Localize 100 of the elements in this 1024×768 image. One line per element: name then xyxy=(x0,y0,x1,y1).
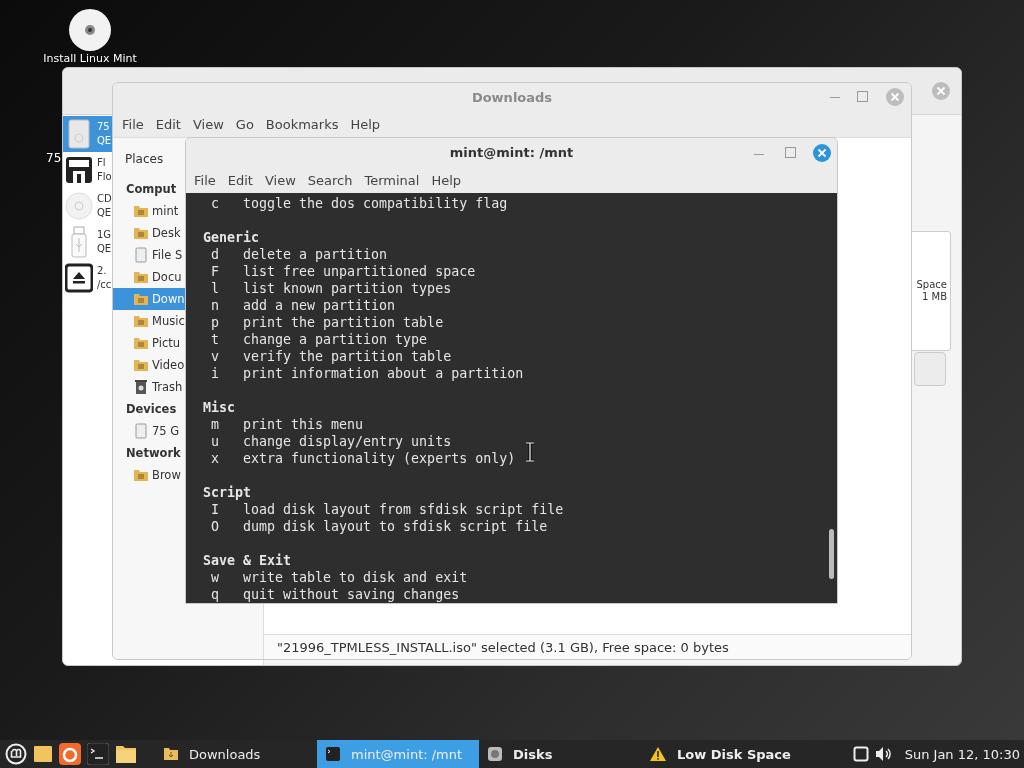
folder-icon xyxy=(133,225,149,241)
folder-icon xyxy=(133,269,149,285)
window-button[interactable]: Low Disk Space xyxy=(641,740,803,768)
folder-icon xyxy=(133,313,149,329)
menu-item[interactable]: Go xyxy=(230,114,259,134)
clock[interactable]: Sun Jan 12, 10:30 xyxy=(898,746,1020,762)
close-button[interactable] xyxy=(885,87,905,107)
terminal-line: n add a new partition xyxy=(210,297,396,314)
menu-item[interactable]: File xyxy=(189,170,221,190)
trash-icon xyxy=(133,379,149,395)
folder-icon xyxy=(133,335,149,351)
terminal-line: I load disk layout from sfdisk script file xyxy=(210,501,564,518)
menu-item[interactable]: Search xyxy=(302,170,358,190)
menu-item[interactable]: Help xyxy=(426,170,467,190)
device-name: CD xyxy=(97,192,112,206)
folder-icon xyxy=(163,746,179,762)
menu-item[interactable]: Terminal xyxy=(359,170,425,190)
device-detail: QE xyxy=(97,134,112,148)
status-bar: "21996_TPMLESS_INSTALL.iso" selected (3.1 GB), Free space: 0 bytes xyxy=(264,634,911,659)
device-item[interactable]: 1G QE xyxy=(63,224,112,260)
folder-icon xyxy=(133,357,149,373)
device-name: 75 xyxy=(97,120,110,134)
device-name: 1G xyxy=(97,228,112,242)
terminal-line: c toggle the dos compatibility flag xyxy=(210,195,508,212)
drive-icon xyxy=(65,118,93,150)
terminal-line: m print this menu xyxy=(210,416,364,433)
window-button[interactable]: Disks xyxy=(479,740,641,768)
places-label[interactable]: Places xyxy=(125,152,164,166)
terminal-line: w write table to disk and exit xyxy=(210,569,468,586)
terminal-line: Script xyxy=(203,484,252,501)
volume-label: Space xyxy=(916,279,947,291)
desktop-icon-label[interactable]: 75 xyxy=(46,151,62,165)
sidebar-item[interactable]: 75 G xyxy=(113,420,185,442)
terminal-line: t change a partition type xyxy=(210,331,428,348)
maximize-button[interactable] xyxy=(785,147,796,158)
sidebar-item[interactable]: Video xyxy=(113,354,185,376)
window-icon[interactable] xyxy=(852,746,869,762)
drive-icon xyxy=(133,423,149,439)
terminal-line: F list free unpartitioned space xyxy=(210,263,476,280)
window-title: mint@mint: /mnt xyxy=(449,145,574,161)
sidebar-item[interactable]: Brow xyxy=(113,464,185,486)
sidebar-item[interactable]: mint xyxy=(113,200,185,222)
menu-item[interactable]: Help xyxy=(345,114,386,134)
close-button[interactable] xyxy=(931,81,951,101)
menu-item[interactable]: File xyxy=(117,114,149,134)
menu-item[interactable]: View xyxy=(187,114,229,134)
terminal-line: Misc xyxy=(203,399,236,416)
sidebar-item[interactable]: Music xyxy=(113,310,185,332)
window-title: Downloads xyxy=(471,89,553,105)
sidebar-item[interactable]: Trash xyxy=(113,376,185,398)
device-item[interactable]: 2. /cc xyxy=(63,260,112,296)
maximize-button[interactable] xyxy=(857,91,868,102)
terminal-line: Save & Exit xyxy=(203,552,292,569)
folder-icon xyxy=(133,203,149,219)
terminal-line: l list known partition types xyxy=(210,280,452,297)
desktop-icon-label[interactable]: Install Linux Mint xyxy=(43,52,137,65)
scrollbar-thumb[interactable] xyxy=(829,529,834,579)
sidebar-item[interactable]: Desk xyxy=(113,222,185,244)
terminal-line: u change display/entry units xyxy=(210,433,452,450)
folder-icon[interactable] xyxy=(115,744,137,764)
sidebar-item[interactable]: Pictu xyxy=(113,332,185,354)
terminal-icon xyxy=(325,746,341,762)
device-item[interactable]: CD QE xyxy=(63,188,112,224)
volume-icon[interactable] xyxy=(874,746,893,762)
device-name: Fl xyxy=(97,156,106,170)
terminal-icon[interactable] xyxy=(87,743,109,765)
sidebar-header: Devices xyxy=(125,401,178,418)
menu-item[interactable]: View xyxy=(259,170,301,190)
sidebar-header: Comput xyxy=(125,181,178,198)
close-button[interactable] xyxy=(812,143,832,163)
browser-icon[interactable] xyxy=(59,743,81,765)
menu-item[interactable]: Edit xyxy=(222,170,258,190)
terminal-line: v verify the partition table xyxy=(210,348,452,365)
warning-icon xyxy=(649,746,667,762)
terminal-line: Generic xyxy=(203,229,260,246)
terminal-line: i print information about a partition xyxy=(210,365,524,382)
folder-icon[interactable] xyxy=(33,744,53,764)
terminal-line: q quit without saving changes xyxy=(210,586,460,603)
window-button[interactable]: Downloads xyxy=(155,740,317,768)
folder-icon xyxy=(133,291,149,307)
sidebar-item[interactable]: File S xyxy=(113,244,185,266)
device-detail: QE xyxy=(97,206,112,220)
device-name: 2. xyxy=(97,264,107,278)
terminal-line: x extra functionality (experts only) xyxy=(210,450,516,467)
folder-icon xyxy=(133,467,149,483)
menu-item[interactable]: Edit xyxy=(150,114,186,134)
terminal-line: p print the partition table xyxy=(210,314,444,331)
text-cursor-icon xyxy=(524,442,536,462)
device-item[interactable]: Fl Flo xyxy=(63,152,112,188)
disc-icon[interactable] xyxy=(68,8,112,52)
sidebar-header: Network xyxy=(125,445,182,462)
device-detail: QE xyxy=(97,242,112,256)
menu-icon[interactable] xyxy=(5,743,27,765)
device-detail: Flo xyxy=(97,170,112,184)
menu-item[interactable]: Bookmarks xyxy=(260,114,344,134)
terminal-line: d delete a partition xyxy=(210,246,388,263)
sidebar-item[interactable]: Docu xyxy=(113,266,185,288)
drive-icon xyxy=(133,247,149,263)
device-detail: /cc xyxy=(97,278,112,292)
volume-size: 1 MB xyxy=(921,291,947,303)
